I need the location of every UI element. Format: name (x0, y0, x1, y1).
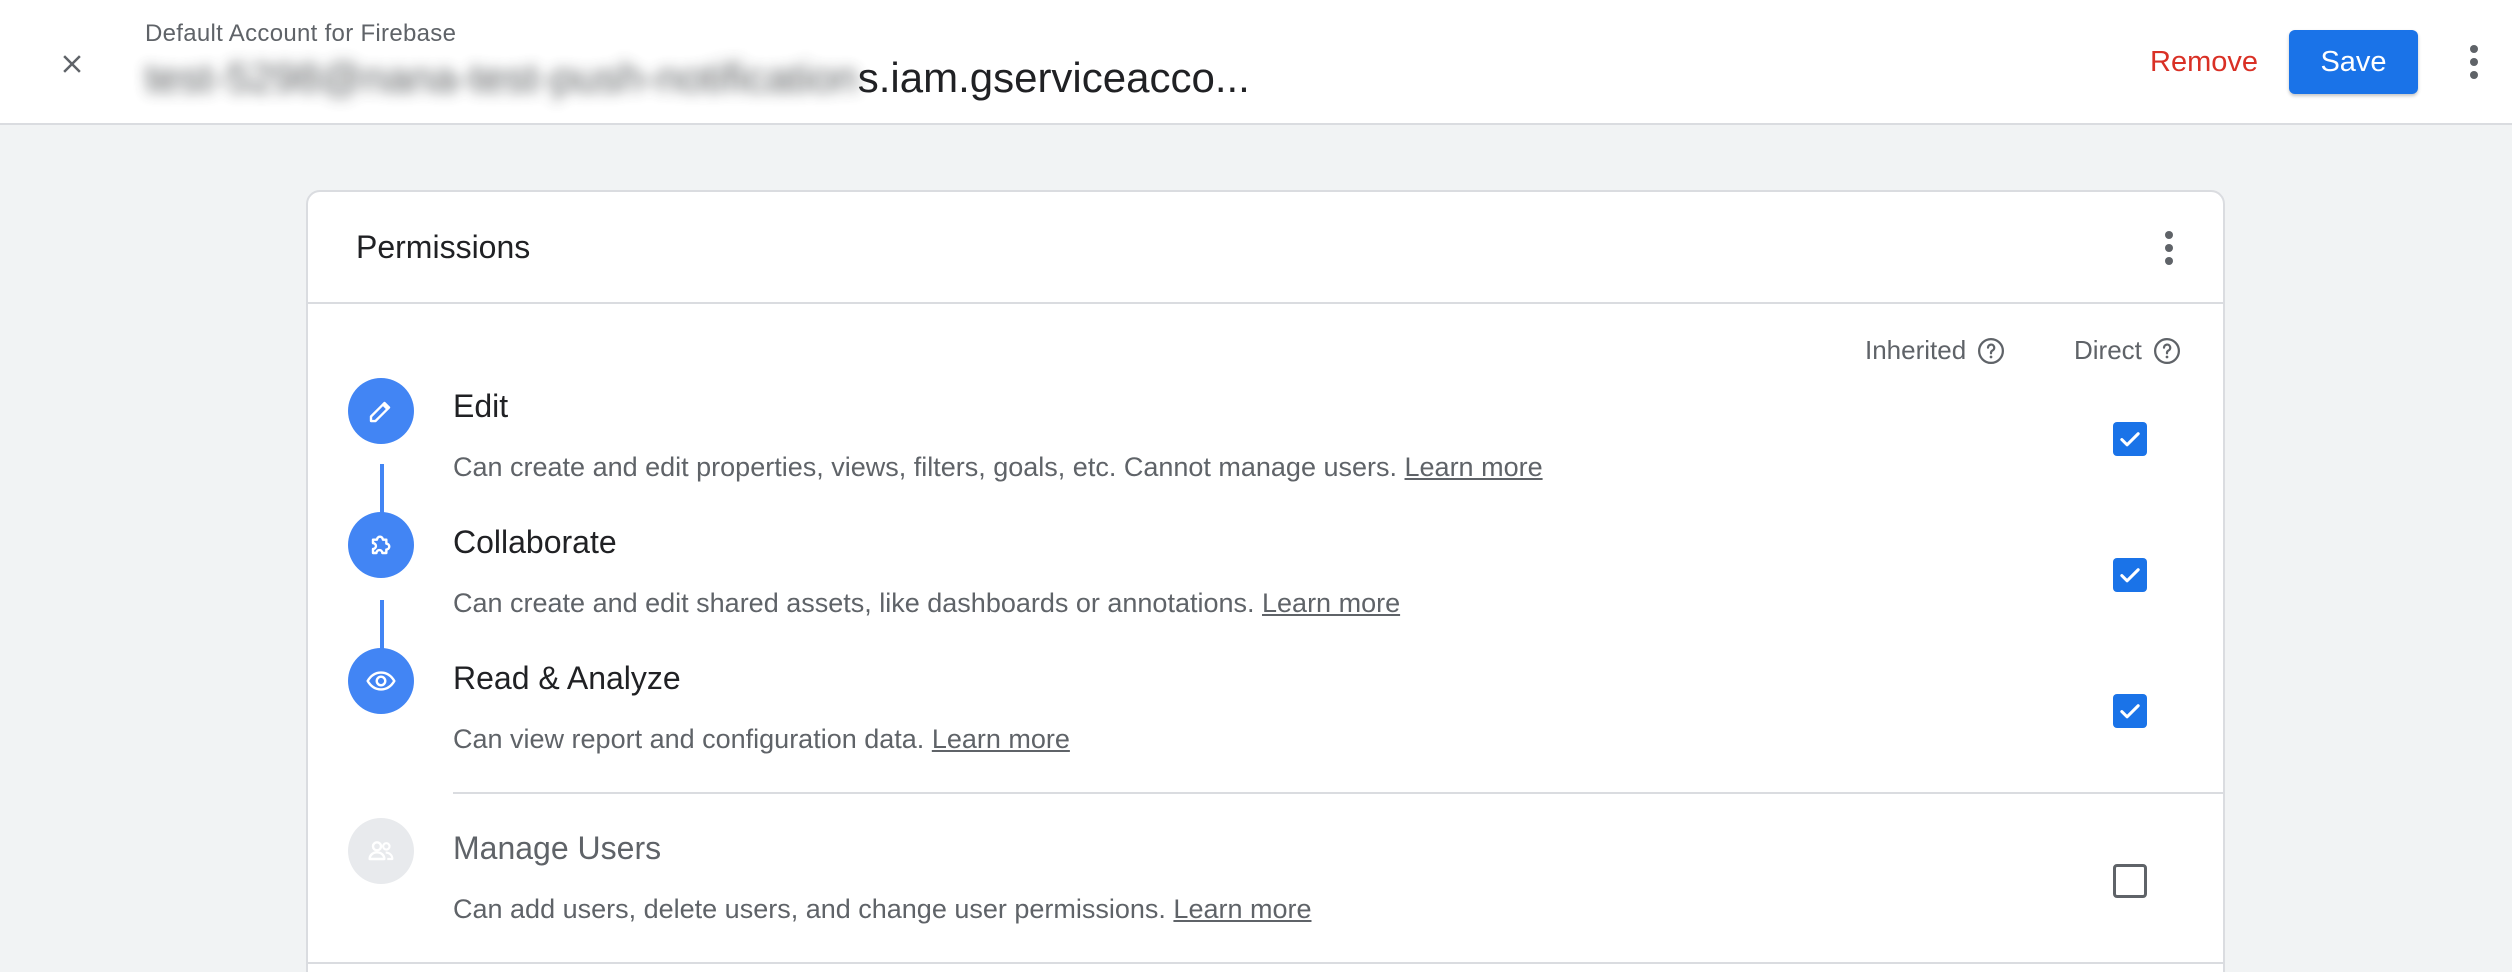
help-icon[interactable] (1976, 336, 2006, 366)
role-description-text: Can create and edit properties, views, f… (453, 452, 1397, 482)
role-description-manage-users: Can add users, delete users, and change … (453, 894, 1312, 925)
permissions-card-header: Permissions (308, 192, 2223, 304)
role-icon-edit (348, 378, 414, 444)
column-header-inherited: Inherited (1865, 335, 2006, 366)
role-description-collaborate: Can create and edit shared assets, like … (453, 588, 1400, 619)
role-icon-collaborate (348, 512, 414, 578)
direct-checkbox-collaborate[interactable] (2113, 558, 2147, 592)
section-divider (453, 792, 2223, 794)
role-name-manage-users: Manage Users (453, 830, 662, 866)
remove-button[interactable]: Remove (2130, 30, 2278, 94)
save-button[interactable]: Save (2289, 30, 2418, 94)
role-name-collaborate: Collaborate (453, 524, 617, 560)
role-name-read-analyze: Read & Analyze (453, 660, 681, 696)
role-description-edit: Can create and edit properties, views, f… (453, 452, 1543, 483)
role-icon-read-analyze (348, 648, 414, 714)
app-header: Default Account for Firebase test-5298@n… (0, 0, 2512, 125)
learn-more-link-edit[interactable]: Learn more (1405, 452, 1543, 482)
close-button[interactable] (48, 40, 96, 88)
column-label-direct: Direct (2074, 335, 2142, 365)
role-description-text: Can add users, delete users, and change … (453, 894, 1166, 924)
more-vert-icon (2165, 231, 2173, 265)
account-subtitle: Default Account for Firebase (145, 20, 457, 47)
section-divider (308, 962, 2223, 964)
direct-checkbox-read-analyze[interactable] (2113, 694, 2147, 728)
column-header-direct: Direct (2074, 335, 2182, 366)
people-icon (368, 841, 394, 861)
role-description-read-analyze: Can view report and configuration data. … (453, 724, 1070, 755)
more-vert-icon (2470, 45, 2478, 79)
header-more-button[interactable] (2448, 36, 2500, 88)
close-icon (63, 55, 81, 73)
check-icon (2120, 568, 2140, 583)
permissions-title: Permissions (356, 229, 531, 265)
direct-checkbox-edit[interactable] (2113, 422, 2147, 456)
help-icon[interactable] (2152, 336, 2182, 366)
check-icon (2120, 432, 2140, 447)
puzzle-icon (371, 535, 391, 555)
role-name-edit: Edit (453, 388, 509, 424)
role-description-text: Can create and edit shared assets, like … (453, 588, 1255, 618)
learn-more-link-collaborate[interactable]: Learn more (1262, 588, 1400, 618)
learn-more-link-read-analyze[interactable]: Learn more (932, 724, 1070, 754)
learn-more-link-manage-users[interactable]: Learn more (1173, 894, 1311, 924)
pencil-icon (369, 401, 391, 423)
permissions-more-button[interactable] (2143, 222, 2195, 274)
check-icon (2120, 704, 2140, 719)
eye-icon (366, 671, 396, 691)
direct-checkbox-manage-users[interactable] (2113, 864, 2147, 898)
page-title: test-5298@nana-test-push-notification s.i… (145, 50, 1250, 106)
column-label-inherited: Inherited (1865, 335, 1967, 365)
title-visible-part: s.iam.gserviceacco... (857, 54, 1250, 101)
permissions-card: Permissions Inherited Direct Edit Can cr… (306, 190, 2225, 972)
role-description-text: Can view report and configuration data. (453, 724, 925, 754)
title-redacted-part: test-5298@nana-test-push-notification (145, 54, 858, 101)
role-icon-manage-users (348, 818, 414, 884)
